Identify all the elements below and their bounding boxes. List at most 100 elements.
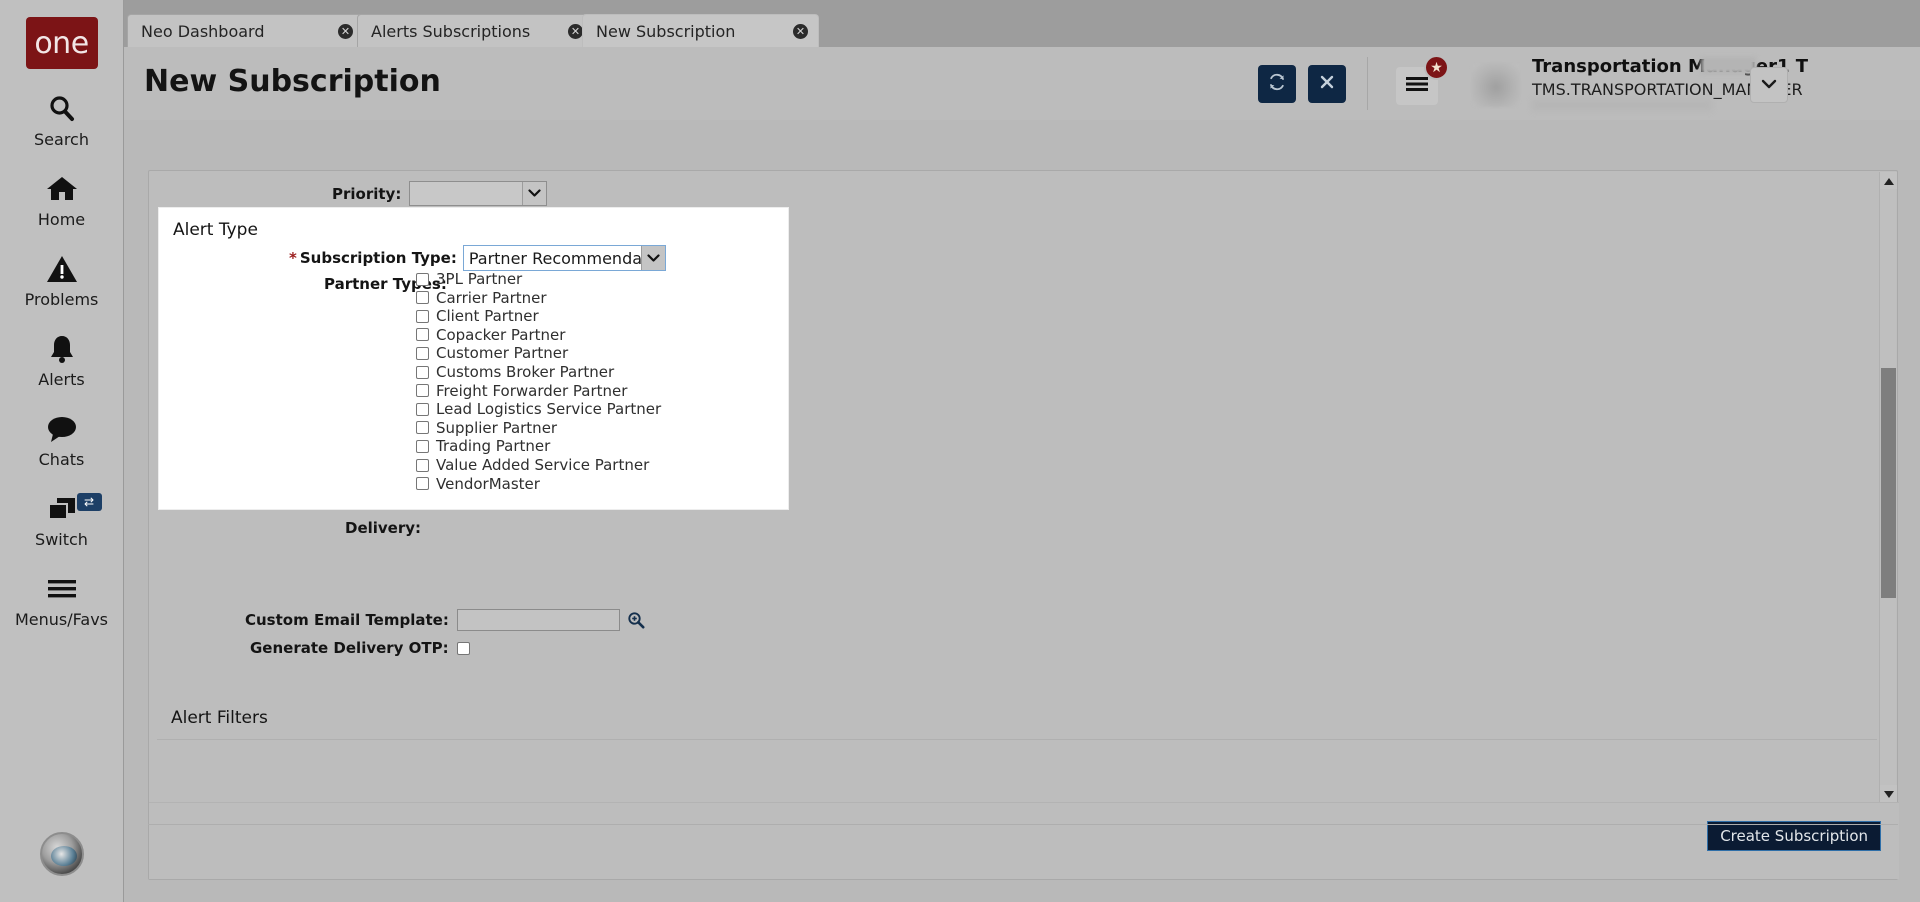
brand-logo[interactable]: one: [25, 17, 98, 69]
clipped-field-label: Subscribe:: [529, 171, 619, 174]
user-avatar-icon[interactable]: [39, 832, 84, 876]
tab-neo-dashboard[interactable]: Neo Dashboard ✕: [127, 14, 364, 47]
alert-type-card: Alert Type * Subscription Type: Partner R…: [158, 207, 789, 510]
scroll-down-button[interactable]: [1880, 785, 1897, 802]
partner-type-label: Customer Partner: [436, 344, 569, 363]
subscription-type-value: Partner Recommendation: [468, 248, 641, 268]
sidebar-label-alerts: Alerts: [38, 370, 85, 389]
hamburger-menu-icon: [1405, 75, 1429, 98]
partner-type-checkbox[interactable]: [416, 421, 429, 435]
chevron-down-icon[interactable]: [640, 246, 665, 270]
sidebar-item-alerts[interactable]: Alerts: [0, 329, 124, 389]
triangle-up-icon: [1883, 172, 1894, 190]
partner-type-checkbox[interactable]: [416, 458, 429, 472]
partner-type-option[interactable]: Trading Partner: [416, 437, 550, 455]
star-badge-icon[interactable]: ★: [1424, 55, 1449, 80]
custom-email-template-input[interactable]: [456, 609, 620, 631]
partner-type-checkbox[interactable]: [416, 309, 429, 323]
brand-logo-text: one: [34, 25, 89, 61]
subscription-type-select[interactable]: Partner Recommendation: [462, 245, 666, 271]
priority-row: Priority:: [332, 181, 548, 206]
partner-type-checkbox[interactable]: [416, 477, 429, 491]
partner-type-option[interactable]: Customs Broker Partner: [416, 363, 614, 381]
partner-type-option[interactable]: Freight Forwarder Partner: [416, 382, 627, 400]
clipped-field-row: Subscribe:: [529, 171, 739, 179]
content-panel: Subscribe: Priority: Alert Type *Subscri…: [148, 170, 1899, 880]
scrollbar-thumb[interactable]: [1881, 368, 1896, 598]
sidebar-label-switch: Switch: [35, 530, 88, 549]
tab-label: Neo Dashboard: [141, 21, 265, 41]
partner-type-label: Value Added Service Partner: [436, 456, 650, 474]
generate-delivery-otp-checkbox[interactable]: [456, 641, 470, 655]
tab-alerts-subscriptions[interactable]: Alerts Subscriptions ✕: [357, 14, 594, 47]
chevron-down-icon[interactable]: [522, 182, 547, 205]
tab-new-subscription[interactable]: New Subscription ✕: [582, 14, 819, 47]
sidebar-label-menus-favs: Menus/Favs: [15, 610, 108, 629]
partner-type-label: Carrier Partner: [436, 288, 547, 307]
refresh-button[interactable]: [1258, 65, 1296, 103]
priority-select[interactable]: [409, 181, 548, 206]
partner-type-option[interactable]: VendorMaster: [416, 475, 540, 493]
close-button[interactable]: [1308, 65, 1346, 103]
partner-type-checkbox[interactable]: [416, 272, 429, 286]
partner-type-label: Supplier Partner: [436, 418, 558, 437]
partner-type-option[interactable]: Customer Partner: [416, 344, 568, 362]
partner-type-checkbox[interactable]: [416, 402, 429, 416]
partner-type-option[interactable]: Value Added Service Partner: [416, 456, 649, 474]
partner-type-option[interactable]: Carrier Partner: [416, 289, 547, 307]
scroll-up-button[interactable]: [1880, 172, 1897, 189]
tab-close-icon[interactable]: ✕: [793, 23, 808, 39]
windows-stack-icon: [45, 489, 79, 529]
refresh-icon: [1267, 72, 1287, 97]
sidebar-item-search[interactable]: Search: [0, 89, 124, 149]
tab-close-icon[interactable]: ✕: [338, 23, 353, 39]
alert-type-section-title: Alert Type: [173, 220, 258, 240]
partner-type-checkbox[interactable]: [416, 328, 429, 342]
subscription-type-row: *Subscription Type: Partner Recommendati…: [289, 245, 666, 271]
sidebar-item-problems[interactable]: Problems: [0, 249, 124, 309]
sidebar-label-problems: Problems: [24, 290, 99, 309]
user-photo-icon[interactable]: [1472, 63, 1520, 107]
partner-type-option[interactable]: Client Partner: [416, 307, 539, 325]
partner-type-checkbox[interactable]: [416, 439, 429, 453]
partner-type-label: Copacker Partner: [436, 325, 566, 344]
partner-type-option[interactable]: Supplier Partner: [416, 419, 557, 437]
sidebar-label-search: Search: [34, 130, 89, 149]
vertical-scrollbar[interactable]: [1879, 172, 1897, 802]
tab-close-icon[interactable]: ✕: [568, 23, 583, 39]
tab-label: Alerts Subscriptions: [371, 21, 531, 41]
sidebar-item-switch[interactable]: ⇄ Switch: [0, 489, 124, 549]
partner-type-label: Freight Forwarder Partner: [436, 381, 628, 400]
custom-email-template-row: Custom Email Template:: [245, 609, 645, 631]
subscription-type-label: * Subscription Type:: [289, 249, 457, 267]
partner-type-option[interactable]: Copacker Partner: [416, 326, 565, 344]
sidebar-item-menus-favs[interactable]: Menus/Favs: [0, 569, 124, 629]
left-sidebar: one Search Home Problems Alerts Chats ⇄ …: [0, 0, 124, 902]
partner-type-checkbox[interactable]: [416, 291, 429, 305]
switch-toggle-badge-icon[interactable]: ⇄: [76, 493, 102, 511]
partner-type-option[interactable]: 3PL Partner: [416, 270, 522, 288]
page-header: New Subscription ★ Transportation Manage…: [124, 47, 1920, 120]
partner-type-checkbox[interactable]: [416, 346, 429, 360]
sidebar-item-home[interactable]: Home: [0, 169, 124, 229]
required-indicator: *: [289, 249, 297, 267]
close-x-icon: [1318, 73, 1336, 96]
partner-type-checkbox[interactable]: [416, 384, 429, 398]
user-menu-button[interactable]: [1750, 67, 1788, 103]
user-role-redaction: [1532, 99, 1712, 111]
sidebar-avatar-wrapper[interactable]: [39, 832, 84, 876]
tab-bar: Neo Dashboard ✕ Alerts Subscriptions ✕ N…: [124, 0, 1920, 47]
home-icon: [45, 169, 79, 209]
form-scroll-region: Subscribe: Priority: Alert Type *Subscri…: [149, 171, 1899, 803]
search-icon: [46, 89, 78, 129]
custom-email-template-label: Custom Email Template:: [245, 611, 449, 629]
partner-type-checkbox[interactable]: [416, 365, 429, 379]
section-divider: [157, 739, 1877, 740]
header-divider: [1367, 57, 1368, 110]
partner-type-option[interactable]: Lead Logistics Service Partner: [416, 400, 661, 418]
chat-bubble-icon: [45, 409, 79, 449]
create-subscription-button[interactable]: Create Subscription: [1707, 821, 1881, 851]
partner-type-label: Trading Partner: [436, 437, 551, 456]
sidebar-item-chats[interactable]: Chats: [0, 409, 124, 469]
magnifier-plus-icon[interactable]: [627, 611, 645, 629]
